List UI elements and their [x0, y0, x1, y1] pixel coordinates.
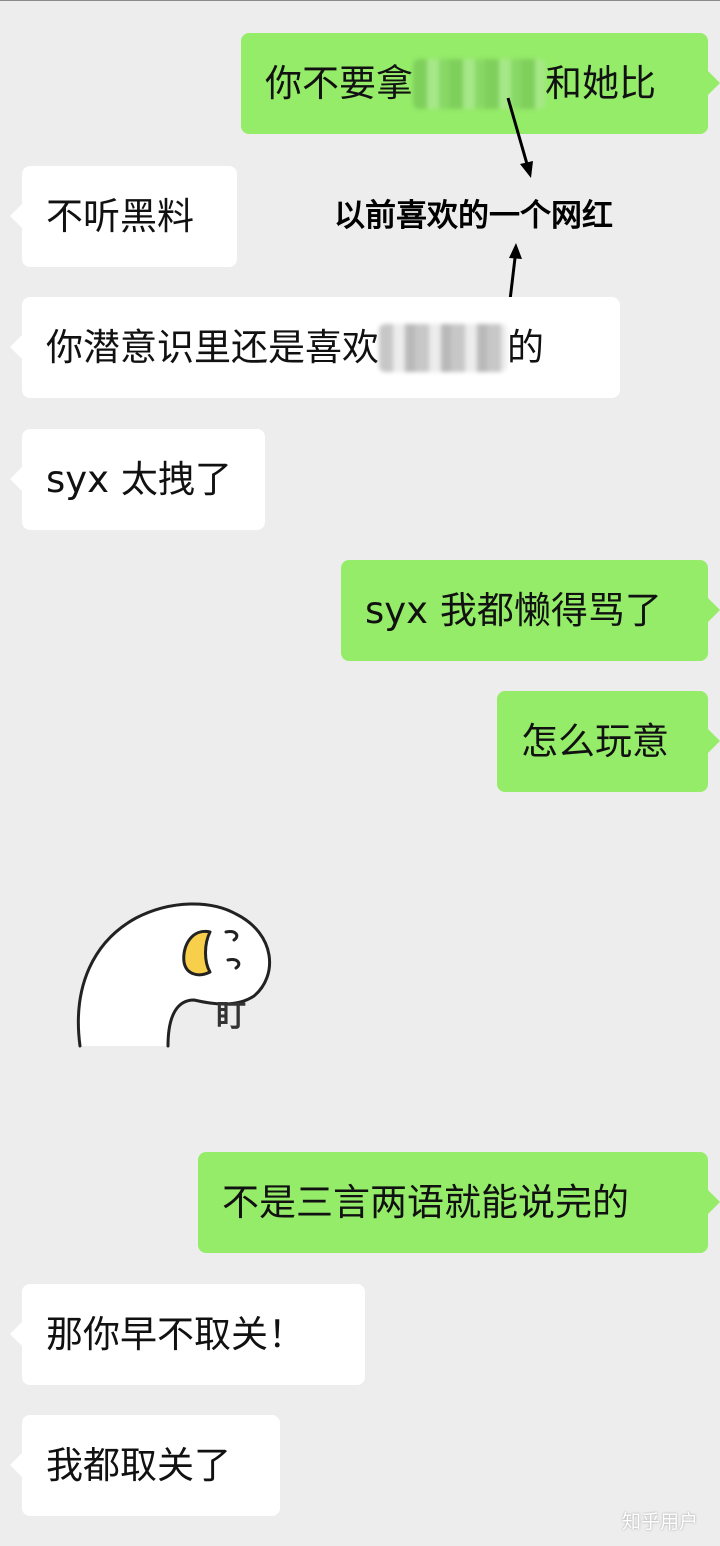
top-divider — [0, 0, 720, 1]
message-bubble-incoming[interactable]: 我都取关了 — [10, 1415, 280, 1516]
message-text: 不听黑料 — [46, 195, 194, 238]
message-bubble-incoming[interactable]: 你潜意识里还是喜欢 的 — [10, 297, 620, 398]
redacted-name-blur — [379, 323, 507, 372]
message-text: 不是三言两语就能说完的 — [222, 1181, 629, 1224]
message-bubble-outgoing[interactable]: 你不要拿 和她比 — [241, 33, 720, 134]
redacted-name-blur — [413, 58, 545, 109]
message-bubble-outgoing[interactable]: 怎么玩意 — [497, 691, 720, 792]
message-bubble-incoming[interactable]: syx 太拽了 — [10, 429, 265, 530]
message-text: 和她比 — [545, 62, 656, 105]
message-text: 的 — [507, 326, 544, 369]
annotation-label: 以前喜欢的一个网红 — [334, 198, 613, 234]
message-bubble-outgoing[interactable]: syx 我都懒得骂了 — [341, 560, 720, 661]
message-text: syx 我都懒得骂了 — [365, 589, 662, 632]
message-text: 你潜意识里还是喜欢 — [46, 326, 379, 369]
message-text: 怎么玩意 — [521, 720, 669, 763]
watermark: 知乎用户 — [621, 1511, 698, 1533]
message-text: 那你早不取关！ — [46, 1313, 305, 1356]
duck-stare-sticker[interactable]: 盯 — [76, 896, 286, 1056]
message-bubble-outgoing[interactable]: 不是三言两语就能说完的 — [198, 1152, 720, 1253]
message-bubble-incoming[interactable]: 那你早不取关！ — [10, 1284, 365, 1385]
message-text: 你不要拿 — [265, 62, 413, 105]
message-text: syx 太拽了 — [46, 458, 232, 501]
message-bubble-incoming[interactable]: 不听黑料 — [10, 166, 237, 267]
sticker-caption: 盯 — [216, 999, 246, 1034]
message-text: 我都取关了 — [46, 1444, 231, 1487]
